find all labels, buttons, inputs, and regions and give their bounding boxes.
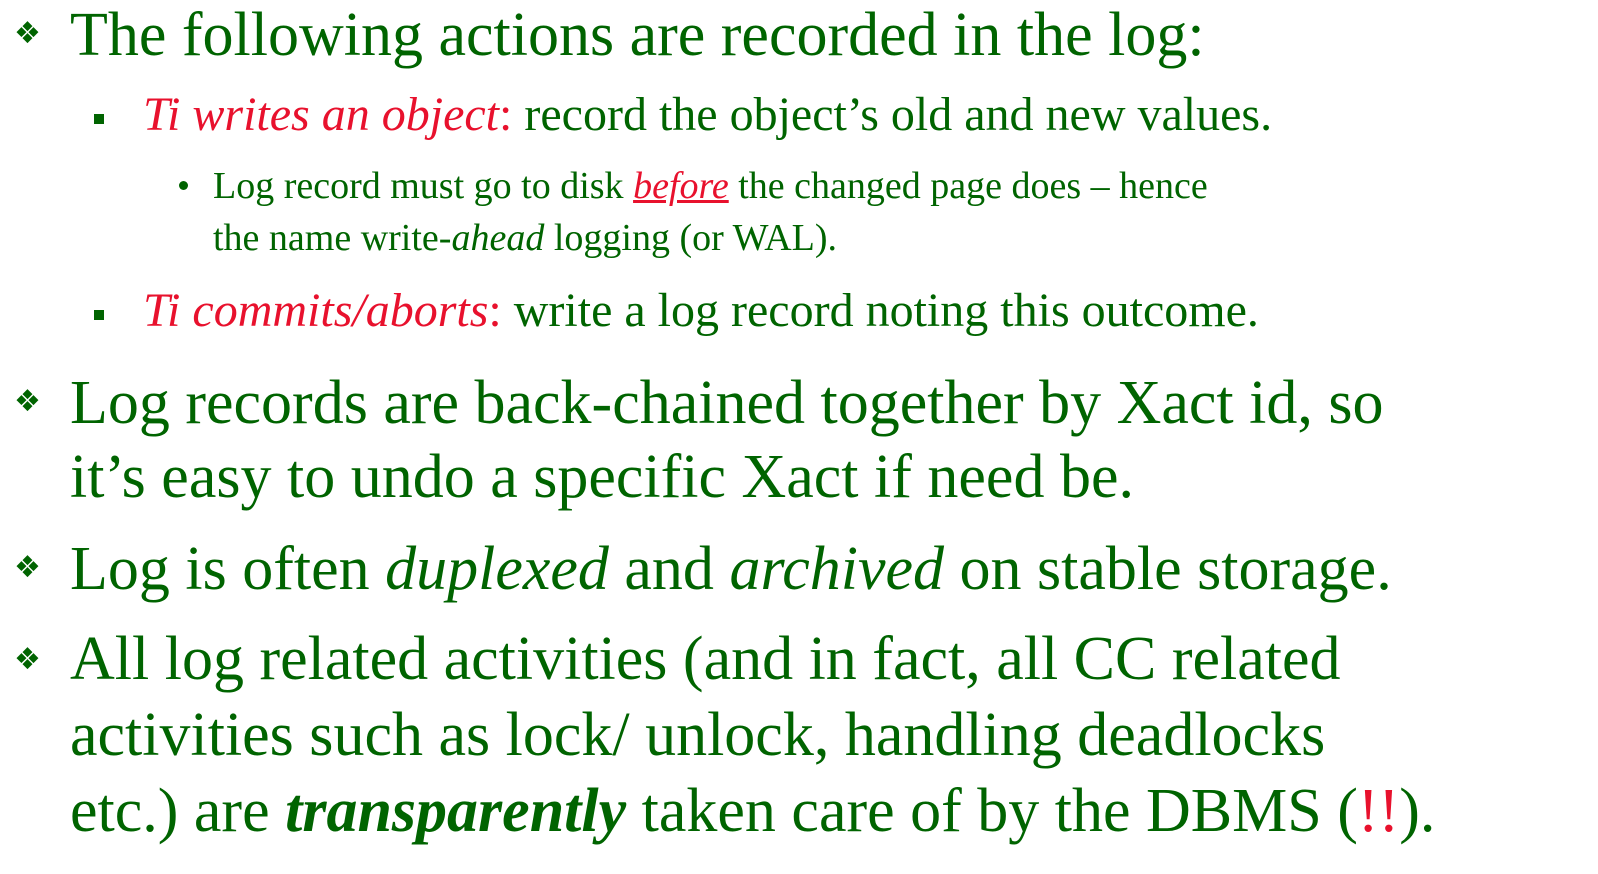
wal-emph-before: before [633,165,729,207]
sub-bullet-1-1-sep: : [499,88,513,141]
sub-sub-bullet-line-1: Log record must go to disk before the ch… [213,164,1208,208]
sub-bullet-1-2-lead: Ti commits/aborts [143,284,489,337]
wal-text-2: the changed page does – hence [728,165,1208,207]
bullet-3-text-1: Log is often [70,535,386,603]
slide: ❖ The following actions are recorded in … [0,0,1598,874]
square-bullet-icon [94,310,104,320]
bullet-2-text-1: Log records are back-chained together by… [70,369,1384,437]
bullet-3-emph-duplexed: duplexed [385,535,609,603]
bullet-4-emph-transparently: transparently [285,777,627,845]
bullet-3-emph-archived: archived [729,535,945,603]
sub-bullet-1-1-text: record the object’s old and new values. [512,88,1273,141]
bullet-4-text-3b: taken care of by the DBMS ( [626,777,1358,845]
wal-text-3: the name write- [213,217,452,259]
bullet-4-line-1: All log related activities (and in fact,… [70,626,1341,692]
wal-text-1: Log record must go to disk [213,165,634,207]
sub-bullet-1-2: Ti commits/aborts: write a log record no… [143,285,1259,337]
diamond-bullet-icon: ❖ [14,550,41,585]
diamond-bullet-icon: ❖ [14,16,41,51]
bullet-1-label: The following actions are recorded in th… [70,1,1205,69]
wal-emph-ahead: ahead [451,217,545,259]
bullet-3-text-3: on stable storage. [944,535,1392,603]
bullet-4-text-3c: ). [1399,777,1436,845]
square-bullet-icon [94,114,104,124]
bullet-2-line-1: Log records are back-chained together by… [70,370,1384,436]
sub-bullet-1-2-text: write a log record noting this outcome. [501,284,1259,337]
bullet-4-text-3a: etc.) are [70,777,286,845]
wal-text-4: logging (or WAL). [544,217,838,259]
sub-bullet-1-1-lead: Ti writes an object [143,88,500,141]
bullet-3-text-2: and [608,535,730,603]
bullet-4-text-2: activities such as lock/ unlock, handlin… [70,701,1326,769]
bullet-4-line-2: activities such as lock/ unlock, handlin… [70,702,1325,768]
diamond-bullet-icon: ❖ [14,642,41,677]
bullet-1-text: The following actions are recorded in th… [70,2,1205,68]
bullet-2-text-2: it’s easy to undo a specific Xact if nee… [70,443,1134,511]
bullet-4-line-3: etc.) are transparently taken care of by… [70,778,1435,844]
dot-bullet-icon [179,181,188,190]
bullet-2-line-2: it’s easy to undo a specific Xact if nee… [70,444,1134,510]
bullet-3-text: Log is often duplexed and archived on st… [70,536,1392,602]
bullet-4-text-1: All log related activities (and in fact,… [70,625,1341,693]
bullet-4-exclaim: !! [1357,777,1400,845]
sub-bullet-1-2-sep: : [488,284,502,337]
diamond-bullet-icon: ❖ [14,384,41,419]
sub-bullet-1-1: Ti writes an object: record the object’s… [143,89,1272,141]
sub-sub-bullet-line-2: the name write-ahead logging (or WAL). [213,216,837,260]
